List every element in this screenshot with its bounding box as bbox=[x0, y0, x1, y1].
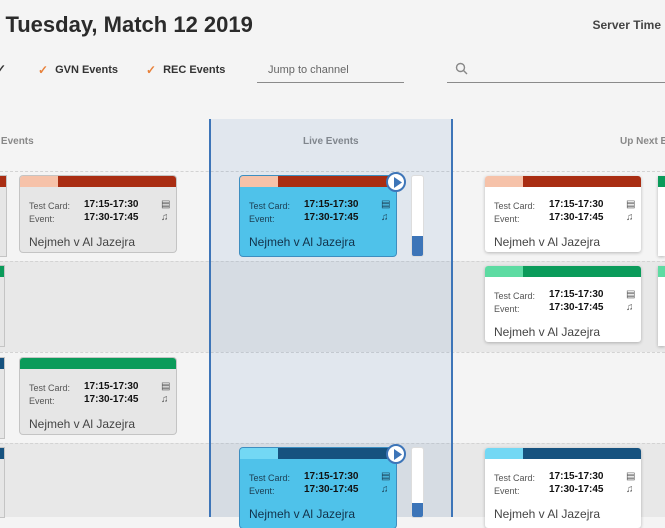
event-name: Nejmeh v Al Jazejra bbox=[249, 235, 356, 249]
partial-event-card[interactable] bbox=[0, 358, 4, 438]
filter-label: GVN Events bbox=[55, 64, 119, 76]
note-icon[interactable]: ▤ bbox=[626, 472, 635, 482]
server-time-label: Server Time bbox=[592, 18, 662, 32]
event-time: 17:30-17:45 bbox=[84, 394, 139, 405]
search-icon bbox=[455, 62, 468, 75]
test-card-label: Test Card: bbox=[494, 201, 536, 211]
event-time: 17:30-17:45 bbox=[549, 302, 604, 313]
status-bar bbox=[20, 358, 176, 369]
column-header-past: Past Events bbox=[0, 136, 34, 147]
event-label: Event: bbox=[29, 396, 55, 406]
filter-gvn-events[interactable]: ✓ GVN Events bbox=[38, 63, 118, 77]
check-icon: ✓ bbox=[146, 63, 157, 77]
event-name: Nejmeh v Al Jazejra bbox=[29, 417, 136, 431]
broadcast-icon[interactable]: ♫ bbox=[626, 213, 634, 223]
test-card-time: 17:15-17:30 bbox=[304, 471, 359, 482]
event-name: Nejmeh v Al Jazejra bbox=[494, 507, 601, 521]
broadcast-icon[interactable]: ♫ bbox=[626, 485, 634, 495]
partial-event-card[interactable] bbox=[0, 266, 4, 346]
test-card-label: Test Card: bbox=[29, 201, 71, 211]
broadcast-icon[interactable]: ♫ bbox=[381, 485, 389, 495]
test-card-time: 17:15-17:30 bbox=[549, 199, 604, 210]
event-time: 17:30-17:45 bbox=[549, 484, 604, 495]
progress-fill bbox=[412, 236, 423, 256]
event-card-next-4[interactable]: Test Card: 17:15-17:30 ▤ Event: 17:30-17… bbox=[485, 448, 641, 528]
event-label: Event: bbox=[249, 486, 275, 496]
page-title: - Tuesday, Match 12 2019 bbox=[0, 12, 253, 37]
event-card-live-4[interactable]: Test Card: 17:15-17:30 ▤ Event: 17:30-17… bbox=[240, 448, 396, 528]
test-card-label: Test Card: bbox=[494, 291, 536, 301]
play-button[interactable] bbox=[386, 172, 406, 192]
test-card-label: Test Card: bbox=[494, 473, 536, 483]
live-progress-1 bbox=[412, 176, 423, 256]
progress-fill bbox=[412, 503, 423, 517]
test-card-time: 17:15-17:30 bbox=[84, 199, 139, 210]
status-bar bbox=[485, 176, 641, 187]
test-card-time: 17:15-17:30 bbox=[84, 381, 139, 392]
partial-event-card[interactable] bbox=[0, 448, 4, 517]
test-card-time: 17:15-17:30 bbox=[549, 289, 604, 300]
event-time: 17:30-17:45 bbox=[84, 212, 139, 223]
note-icon[interactable]: ▤ bbox=[381, 472, 390, 482]
jump-to-channel-field[interactable] bbox=[257, 60, 408, 83]
jump-to-channel-input[interactable] bbox=[257, 62, 408, 76]
event-card-past-1[interactable]: Test Card: 17:15-17:30 ▤ Event: 17:30-17… bbox=[20, 176, 176, 252]
filter-label: REC Events bbox=[163, 64, 226, 76]
live-progress-4 bbox=[412, 448, 423, 517]
event-card-next-2[interactable]: Test Card: 17:15-17:30 ▤ Event: 17:30-17… bbox=[485, 266, 641, 342]
play-button[interactable] bbox=[386, 444, 406, 464]
event-time: 17:30-17:45 bbox=[304, 484, 359, 495]
test-card-time: 17:15-17:30 bbox=[549, 471, 604, 482]
partial-check-icon[interactable]: ✓ bbox=[0, 62, 6, 76]
event-name: Nejmeh v Al Jazejra bbox=[494, 235, 601, 249]
column-header-upnext: Up Next Events bbox=[620, 136, 665, 147]
note-icon[interactable]: ▤ bbox=[626, 290, 635, 300]
play-icon bbox=[394, 177, 402, 188]
filter-rec-events[interactable]: ✓ REC Events bbox=[146, 63, 225, 77]
note-icon[interactable]: ▤ bbox=[161, 200, 170, 210]
event-label: Event: bbox=[249, 214, 275, 224]
partial-event-card[interactable] bbox=[658, 266, 665, 346]
broadcast-icon[interactable]: ♫ bbox=[381, 213, 389, 223]
play-icon bbox=[394, 449, 402, 460]
event-time: 17:30-17:45 bbox=[304, 212, 359, 223]
status-bar bbox=[240, 448, 396, 459]
partial-event-card[interactable] bbox=[658, 176, 665, 256]
status-bar bbox=[20, 176, 176, 187]
note-icon[interactable]: ▤ bbox=[161, 382, 170, 392]
check-icon: ✓ bbox=[38, 63, 49, 77]
event-card-live-1[interactable]: Test Card: 17:15-17:30 ▤ Event: 17:30-17… bbox=[240, 176, 396, 256]
event-label: Event: bbox=[494, 304, 520, 314]
test-card-time: 17:15-17:30 bbox=[304, 199, 359, 210]
event-card-past-3[interactable]: Test Card: 17:15-17:30 ▤ Event: 17:30-17… bbox=[20, 358, 176, 434]
event-name: Nejmeh v Al Jazejra bbox=[29, 235, 136, 249]
broadcast-icon[interactable]: ♫ bbox=[626, 303, 634, 313]
note-icon[interactable]: ▤ bbox=[626, 200, 635, 210]
broadcast-icon[interactable]: ♫ bbox=[161, 395, 169, 405]
status-bar bbox=[240, 176, 396, 187]
event-card-next-1[interactable]: Test Card: 17:15-17:30 ▤ Event: 17:30-17… bbox=[485, 176, 641, 252]
event-time: 17:30-17:45 bbox=[549, 212, 604, 223]
test-card-label: Test Card: bbox=[249, 201, 291, 211]
status-bar bbox=[485, 448, 641, 459]
partial-event-card[interactable] bbox=[0, 176, 6, 256]
event-name: Nejmeh v Al Jazejra bbox=[249, 507, 356, 521]
event-label: Event: bbox=[29, 214, 55, 224]
note-icon[interactable]: ▤ bbox=[381, 200, 390, 210]
status-bar bbox=[485, 266, 641, 277]
event-label: Event: bbox=[494, 486, 520, 496]
test-card-label: Test Card: bbox=[249, 473, 291, 483]
search-field[interactable] bbox=[447, 58, 665, 83]
event-label: Event: bbox=[494, 214, 520, 224]
event-name: Nejmeh v Al Jazejra bbox=[494, 325, 601, 339]
test-card-label: Test Card: bbox=[29, 383, 71, 393]
broadcast-icon[interactable]: ♫ bbox=[161, 213, 169, 223]
